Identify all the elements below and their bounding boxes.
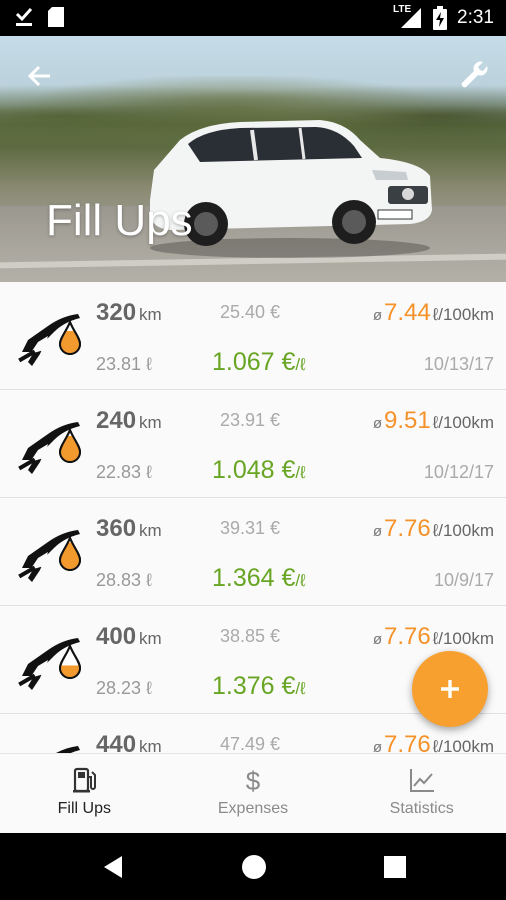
fill-up-row[interactable]: 360 km 39.31 € ø7.76 ℓ/100km 28.83 ℓ 1.364… <box>0 498 506 606</box>
recents-square-icon[interactable] <box>381 853 409 881</box>
chart-icon <box>409 769 434 792</box>
distance: 240 km <box>96 407 162 435</box>
volume: 23.81 ℓ <box>96 354 152 374</box>
price-per-liter: 1.048 €/ℓ <box>212 456 306 485</box>
average-symbol: ø <box>372 523 383 540</box>
price-unit: /ℓ <box>295 679 306 698</box>
price-unit: /ℓ <box>295 571 306 590</box>
average-symbol: ø <box>372 415 383 432</box>
price-value: 1.376 € <box>212 672 296 700</box>
battery-charging-icon <box>433 6 448 30</box>
distance-unit: km <box>139 629 162 648</box>
back-arrow-icon[interactable] <box>24 60 56 92</box>
distance-value: 320 <box>96 299 137 326</box>
lte-signal-icon: LTE <box>393 4 423 30</box>
consumption: ø7.44 ℓ/100km <box>373 299 494 327</box>
date: 10/12/17 <box>423 462 494 482</box>
date: 10/13/17 <box>423 354 494 374</box>
nav-label: Statistics <box>389 800 454 817</box>
cost: 38.85 € <box>220 626 281 646</box>
back-triangle-icon[interactable] <box>100 853 128 881</box>
consumption: ø7.76 ℓ/100km <box>373 623 494 651</box>
price-per-liter: 1.376 €/ℓ <box>212 672 306 701</box>
distance: 360 km <box>96 515 162 543</box>
volume: 28.83 ℓ <box>96 570 152 590</box>
nav-label: Expenses <box>217 800 289 817</box>
plus-icon <box>441 680 459 698</box>
distance-unit: km <box>139 737 162 753</box>
consumption-unit: ℓ/100km <box>432 305 494 324</box>
fuel-pump-icon <box>73 767 97 793</box>
add-fill-up-button[interactable] <box>412 651 488 727</box>
fuel-nozzle-icon <box>18 314 82 366</box>
distance: 400 km <box>96 623 162 651</box>
distance-value: 400 <box>96 623 137 650</box>
consumption-value: 7.76 <box>384 515 431 542</box>
cost: 25.40 € <box>220 302 281 322</box>
date: 10/9/17 <box>433 570 494 590</box>
consumption: ø7.76 ℓ/100km <box>373 731 494 753</box>
hero-header: Fill Ups <box>0 36 506 282</box>
dollar-icon: $ <box>246 766 261 794</box>
price-value: 1.364 € <box>212 564 296 592</box>
consumption-value: 9.51 <box>384 407 431 434</box>
nav-label: Fill Ups <box>57 800 111 817</box>
consumption-value: 7.76 <box>384 623 431 650</box>
price-per-liter: 1.364 €/ℓ <box>212 564 306 593</box>
price-value: 1.048 € <box>212 456 296 484</box>
distance: 320 km <box>96 299 162 327</box>
cost: 23.91 € <box>220 410 281 430</box>
home-circle-icon[interactable] <box>240 853 268 881</box>
volume: 22.83 ℓ <box>96 462 152 482</box>
consumption-value: 7.76 <box>384 731 431 753</box>
sd-card-icon <box>48 7 64 27</box>
wrench-settings-icon[interactable] <box>456 58 492 94</box>
nav-fill-ups[interactable]: Fill Ups <box>0 754 169 833</box>
fill-up-row[interactable]: 240 km 23.91 € ø9.51 ℓ/100km 22.83 ℓ 1.048… <box>0 390 506 498</box>
status-bar: LTE 2:31 <box>0 0 506 36</box>
nav-statistics[interactable]: Statistics <box>337 754 506 833</box>
volume: 28.23 ℓ <box>96 678 152 698</box>
consumption: ø9.51 ℓ/100km <box>373 407 494 435</box>
consumption: ø7.76 ℓ/100km <box>373 515 494 543</box>
fuel-nozzle-icon <box>18 530 82 582</box>
fill-up-row[interactable]: 320 km 25.40 € ø7.44 ℓ/100km 23.81 ℓ 1.067… <box>0 282 506 390</box>
distance-unit: km <box>139 413 162 432</box>
price-unit: /ℓ <box>295 463 306 482</box>
distance-value: 240 <box>96 407 137 434</box>
consumption-unit: ℓ/100km <box>432 629 494 648</box>
cost: 39.31 € <box>220 518 281 538</box>
consumption-unit: ℓ/100km <box>432 521 494 540</box>
distance: 440 km <box>96 731 162 753</box>
consumption-value: 7.44 <box>384 299 431 326</box>
distance-value: 360 <box>96 515 137 542</box>
clock: 2:31 <box>457 7 494 28</box>
system-navigation-bar <box>0 833 506 900</box>
price-unit: /ℓ <box>295 355 306 374</box>
fuel-nozzle-icon <box>18 638 82 690</box>
bottom-navigation: Fill Ups $ Expenses Statistics <box>0 753 506 833</box>
page-title: Fill Ups <box>46 196 193 245</box>
nav-expenses[interactable]: $ Expenses <box>169 754 338 833</box>
price-per-liter: 1.067 €/ℓ <box>212 348 306 377</box>
fuel-nozzle-icon <box>18 422 82 474</box>
average-symbol: ø <box>372 307 383 324</box>
average-symbol: ø <box>372 631 383 648</box>
distance-unit: km <box>139 305 162 324</box>
consumption-unit: ℓ/100km <box>432 413 494 432</box>
distance-unit: km <box>139 521 162 540</box>
price-value: 1.067 € <box>212 348 296 376</box>
download-done-icon <box>15 7 33 26</box>
cost: 47.49 € <box>220 734 281 753</box>
consumption-unit: ℓ/100km <box>432 737 494 753</box>
fuel-nozzle-icon <box>56 746 80 753</box>
average-symbol: ø <box>372 739 383 753</box>
distance-value: 440 <box>96 731 137 753</box>
svg-text:$: $ <box>246 766 261 794</box>
